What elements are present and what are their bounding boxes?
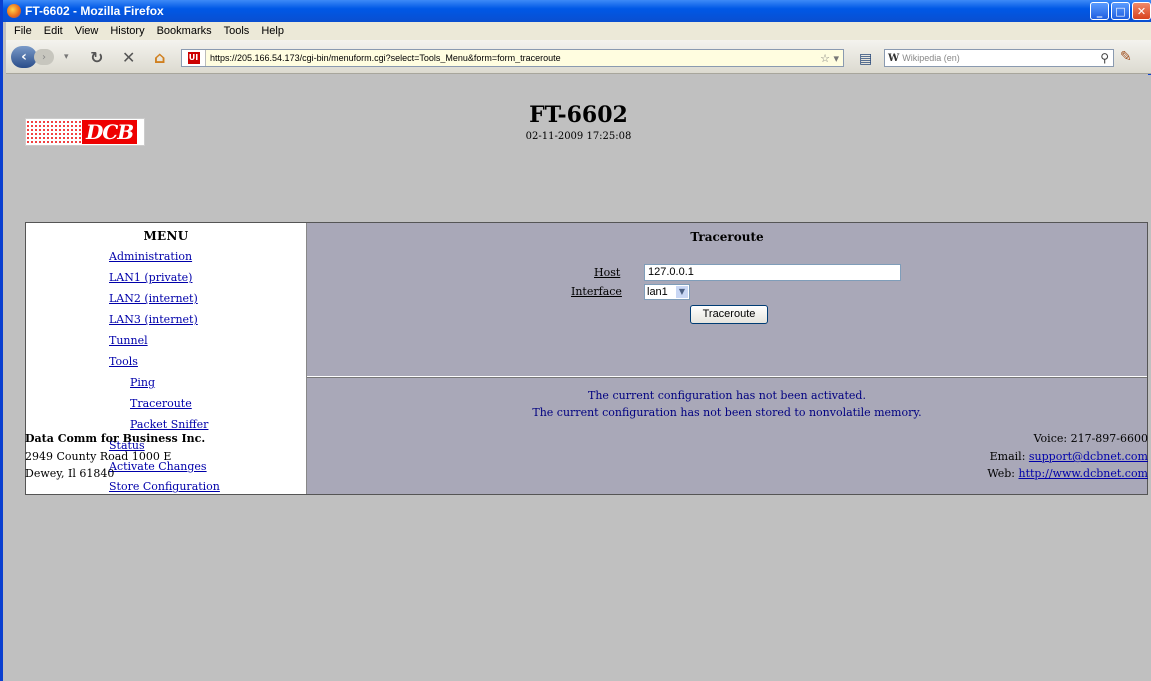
- interface-select[interactable]: lan1 ▼: [644, 284, 690, 300]
- status-message-not-activated: The current configuration has not been a…: [588, 389, 866, 402]
- menu-title: MENU: [143, 229, 189, 243]
- footer-address-line2: Dewey, Il 61840: [25, 467, 115, 480]
- footer-email-link[interactable]: support@dcbnet.com: [1029, 450, 1148, 463]
- chevron-down-icon[interactable]: ▼: [676, 286, 688, 298]
- addon-icon[interactable]: ✎: [1120, 49, 1132, 65]
- menu-edit[interactable]: Edit: [38, 25, 69, 37]
- menu-file[interactable]: File: [8, 25, 38, 37]
- url-text[interactable]: https://205.166.54.173/cgi-bin/menuform.…: [206, 53, 561, 63]
- menu-history[interactable]: History: [104, 25, 150, 37]
- home-icon[interactable]: ⌂: [154, 48, 165, 67]
- menu-item-lan2[interactable]: LAN2 (internet): [109, 292, 198, 305]
- status-message-not-stored: The current configuration has not been s…: [532, 406, 922, 419]
- menu-bookmarks[interactable]: Bookmarks: [151, 25, 218, 37]
- history-dropdown-icon[interactable]: ▾: [64, 52, 69, 62]
- print-icon[interactable]: ▤: [859, 51, 872, 67]
- footer-email-label: Email:: [989, 450, 1026, 463]
- search-box[interactable]: W Wikipedia (en) ⚲: [884, 49, 1114, 67]
- interface-value: lan1: [647, 286, 668, 298]
- main-panel: MENU Administration LAN1 (private) LAN2 …: [25, 222, 1148, 495]
- stop-icon[interactable]: ✕: [122, 48, 135, 67]
- navigation-toolbar: ‹ › ▾ ↻ ✕ ⌂ UI https://205.166.54.173/cg…: [6, 40, 1151, 74]
- footer-voice: Voice: 217-897-6600: [1033, 432, 1148, 445]
- menu-item-lan3[interactable]: LAN3 (internet): [109, 313, 198, 326]
- host-label: Host: [594, 266, 621, 279]
- minimize-button[interactable]: _: [1090, 2, 1109, 20]
- reload-icon[interactable]: ↻: [90, 48, 103, 67]
- maximize-button[interactable]: □: [1111, 2, 1130, 20]
- menu-help[interactable]: Help: [255, 25, 290, 37]
- page-title: FT-6602: [529, 102, 628, 128]
- footer-address-line1: 2949 County Road 1000 E: [25, 450, 172, 463]
- wikipedia-icon[interactable]: W: [885, 53, 902, 64]
- menu-bar: File Edit View History Bookmarks Tools H…: [6, 22, 1151, 40]
- site-identity-icon[interactable]: UI: [182, 50, 206, 66]
- footer-web-link[interactable]: http://www.dcbnet.com: [1019, 467, 1149, 480]
- menu-item-ping[interactable]: Ping: [130, 376, 155, 389]
- page-datetime: 02-11-2009 17:25:08: [525, 131, 632, 142]
- page-content: DCB FT-6602 02-11-2009 17:25:08 MENU Adm…: [6, 75, 1151, 681]
- menu-item-traceroute[interactable]: Traceroute: [130, 397, 192, 410]
- footer-web-label: Web:: [987, 467, 1015, 480]
- browser-window: FT-6602 - Mozilla Firefox _ □ ✕ File Edi…: [0, 0, 1151, 681]
- host-input[interactable]: 127.0.0.1: [644, 264, 901, 281]
- menu-item-tools[interactable]: Tools: [109, 355, 138, 368]
- footer-email: Email: support@dcbnet.com: [990, 450, 1148, 463]
- menu-view[interactable]: View: [69, 25, 105, 37]
- traceroute-button[interactable]: Traceroute: [690, 305, 768, 324]
- forward-button[interactable]: ›: [34, 49, 54, 65]
- form-title: Traceroute: [690, 230, 764, 244]
- bookmark-star-icon[interactable]: ☆ ▾: [820, 52, 839, 65]
- window-title: FT-6602 - Mozilla Firefox: [25, 4, 164, 18]
- footer-web: Web: http://www.dcbnet.com: [987, 467, 1148, 480]
- interface-label: Interface: [571, 285, 622, 298]
- menu-item-tunnel[interactable]: Tunnel: [109, 334, 148, 347]
- menu-item-store-configuration[interactable]: Store Configuration: [109, 480, 220, 493]
- close-button[interactable]: ✕: [1132, 2, 1151, 20]
- title-bar: FT-6602 - Mozilla Firefox _ □ ✕: [3, 0, 1151, 22]
- menu-item-administration[interactable]: Administration: [109, 250, 192, 263]
- menu-item-lan1[interactable]: LAN1 (private): [109, 271, 192, 284]
- url-bar[interactable]: UI https://205.166.54.173/cgi-bin/menufo…: [181, 49, 844, 67]
- search-placeholder: Wikipedia (en): [902, 53, 960, 63]
- menu-item-packet-sniffer[interactable]: Packet Sniffer: [130, 418, 208, 431]
- menu-tools[interactable]: Tools: [218, 25, 256, 37]
- divider: [307, 376, 1147, 378]
- search-icon[interactable]: ⚲: [1100, 51, 1109, 65]
- footer-company: Data Comm for Business Inc.: [25, 432, 206, 445]
- firefox-icon: [7, 4, 21, 18]
